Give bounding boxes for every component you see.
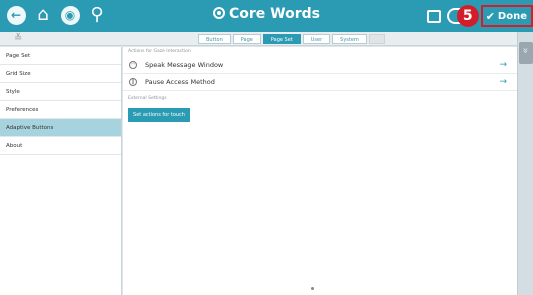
pause-access-method-row[interactable]: ‖ Pause Access Method → [123,74,517,91]
sidebar-item-preferences[interactable]: Preferences [0,101,121,119]
tab-page[interactable]: Page [232,34,261,44]
speaker-icon: ◠ [129,61,137,69]
row-label: Pause Access Method [145,78,215,86]
right-edge-panel [517,32,533,295]
keyboard-icon[interactable] [426,9,441,23]
target-icon [213,7,225,19]
speak-message-window-row[interactable]: ◠ Speak Message Window → [123,57,517,74]
checkmark-icon: ✔ [485,9,495,23]
tab-system[interactable]: System [332,34,367,44]
done-button[interactable]: ✔ Done [480,5,533,27]
sidebar-item-about[interactable]: About [0,137,121,155]
settings-tab-bar: ≚ Button Page Page Set User System [0,32,517,46]
step-number-badge: 5 [456,5,479,27]
title-bar: ← ⌂ ◉ ⚲ Core Words 5 ✔ Done [0,0,533,32]
done-label: Done [497,10,527,22]
collapse-chevron-icon[interactable]: ≚ [14,32,22,45]
settings-sidebar: Page Set Grid Size Style Preferences Ada… [0,47,122,295]
pause-icon: ‖ [129,78,137,86]
sidebar-item-page-set[interactable]: Page Set [0,47,121,65]
tab-disabled [368,34,385,44]
section-heading-gaze-actions: Actions for Gaze Interaction [128,49,191,54]
sidebar-item-style[interactable]: Style [0,83,121,101]
sidebar-item-grid-size[interactable]: Grid Size [0,65,121,83]
tab-page-set[interactable]: Page Set [262,34,301,44]
arrow-right-icon: → [499,60,507,70]
arrow-right-icon: → [499,77,507,87]
settings-content: Actions for Gaze Interaction ◠ Speak Mes… [123,47,517,295]
scroll-indicator-dot [311,287,314,290]
expand-panel-handle[interactable] [519,42,533,64]
page-title-text: Core Words [229,6,320,22]
row-label: Speak Message Window [145,61,224,69]
set-actions-for-touch-button[interactable]: Set actions for touch [128,108,190,122]
title-bar-right-tools: 5 ✔ Done [426,4,533,28]
tab-list: Button Page Page Set User System [198,34,385,44]
section-heading-external: External Settings [128,96,167,101]
tab-button[interactable]: Button [198,34,231,44]
sidebar-item-adaptive-buttons[interactable]: Adaptive Buttons [0,119,121,137]
tab-user[interactable]: User [302,34,331,44]
